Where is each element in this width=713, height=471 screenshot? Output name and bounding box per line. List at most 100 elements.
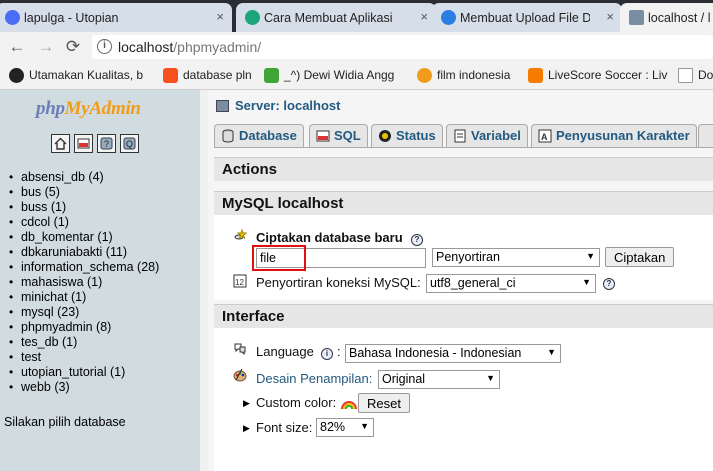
browser-tab-membuat-upload[interactable]: Membuat Upload File De × bbox=[432, 3, 622, 32]
sql-icon[interactable] bbox=[74, 134, 93, 153]
database-link[interactable]: test bbox=[21, 350, 41, 364]
frog-icon bbox=[264, 68, 279, 83]
tab-status[interactable]: Status bbox=[371, 124, 443, 147]
connection-collation-select[interactable]: utf8_general_ci ▼ bbox=[426, 274, 596, 293]
tab-penyusunan-karakter[interactable]: A Penyusunan Karakter bbox=[531, 124, 697, 147]
create-database-button[interactable]: Ciptakan bbox=[605, 247, 675, 267]
list-item[interactable]: dbkaruniabakti (11) bbox=[9, 245, 159, 260]
list-item[interactable]: mahasiswa (1) bbox=[9, 275, 159, 290]
connection-collation-label: Penyortiran koneksi MySQL: bbox=[256, 275, 421, 290]
database-link[interactable]: mahasiswa (1) bbox=[21, 275, 102, 289]
help-icon[interactable]: ? bbox=[603, 278, 615, 290]
reset-color-button[interactable]: Reset bbox=[358, 393, 410, 413]
docs-icon[interactable]: ? bbox=[97, 134, 116, 153]
theme-label[interactable]: Desain Penampilan: bbox=[256, 371, 372, 386]
actions-heading: Actions bbox=[214, 157, 713, 181]
database-link[interactable]: db_komentar (1) bbox=[21, 230, 113, 244]
pick-database-hint: Silakan pilih database bbox=[4, 415, 126, 429]
list-item[interactable]: minichat (1) bbox=[9, 290, 159, 305]
new-database-name-input[interactable] bbox=[256, 248, 426, 268]
home-icon[interactable] bbox=[51, 134, 70, 153]
tab-sql[interactable]: SQL bbox=[309, 124, 368, 147]
language-select[interactable]: Bahasa Indonesia - Indonesian ▼ bbox=[345, 344, 561, 363]
utopian-favicon-icon bbox=[5, 10, 20, 25]
list-item[interactable]: utopian_tutorial (1) bbox=[9, 365, 159, 380]
server-label: Server: localhost bbox=[235, 98, 341, 113]
blogger-icon bbox=[163, 68, 178, 83]
bookmark-utamakan[interactable]: Utamakan Kualitas, b bbox=[9, 68, 143, 83]
url-box[interactable]: i localhost/phpmyadmin/ bbox=[92, 35, 713, 59]
list-item[interactable]: tes_db (1) bbox=[9, 335, 159, 350]
phpmyadmin-logo[interactable]: phpMyAdmin bbox=[36, 98, 141, 120]
info-icon[interactable]: i bbox=[321, 348, 333, 360]
browser-tab-cara-membuat[interactable]: Cara Membuat Aplikasi W × bbox=[236, 3, 436, 32]
database-link[interactable]: dbkaruniabakti (11) bbox=[21, 245, 127, 259]
bookmark-film-indonesia[interactable]: film indonesia bbox=[417, 68, 510, 83]
triangle-right-icon: ▶ bbox=[243, 423, 250, 433]
site-favicon-icon bbox=[245, 10, 260, 25]
list-item[interactable]: test bbox=[9, 350, 159, 365]
list-item[interactable]: phpmyadmin (8) bbox=[9, 320, 159, 335]
database-link[interactable]: cdcol (1) bbox=[21, 215, 69, 229]
steemit-icon bbox=[9, 68, 24, 83]
close-tab-icon[interactable]: × bbox=[216, 9, 224, 24]
reload-icon[interactable]: ⟳ bbox=[63, 37, 83, 57]
site-info-icon[interactable]: i bbox=[97, 39, 112, 54]
left-navigation-frame: phpMyAdmin ? Q absensi_db (4) bus (5) bu… bbox=[0, 90, 200, 471]
server-breadcrumb[interactable]: Server: localhost bbox=[216, 98, 341, 113]
list-item[interactable]: db_komentar (1) bbox=[9, 230, 159, 245]
browser-tab-localhost[interactable]: localhost / l bbox=[620, 3, 713, 32]
tab-overflow[interactable] bbox=[698, 124, 713, 147]
list-item[interactable]: cdcol (1) bbox=[9, 215, 159, 230]
forward-arrow-icon[interactable]: → bbox=[36, 37, 56, 57]
database-link[interactable]: phpmyadmin (8) bbox=[21, 320, 111, 334]
tab-label: Database bbox=[239, 128, 297, 143]
triangle-right-icon: ▶ bbox=[243, 398, 250, 408]
list-item[interactable]: absensi_db (4) bbox=[9, 170, 159, 185]
list-item[interactable]: mysql (23) bbox=[9, 305, 159, 320]
database-link[interactable]: webb (3) bbox=[21, 380, 70, 394]
database-link[interactable]: absensi_db (4) bbox=[21, 170, 104, 184]
chevron-down-icon: ▼ bbox=[582, 277, 591, 287]
close-tab-icon[interactable]: × bbox=[420, 9, 428, 24]
database-link[interactable]: bus (5) bbox=[21, 185, 60, 199]
browser-tab-lapulga[interactable]: lapulga - Utopian × bbox=[0, 3, 232, 32]
font-size-select[interactable]: 82% ▼ bbox=[316, 418, 374, 437]
bookmark-database-pln[interactable]: database pln bbox=[163, 68, 252, 83]
chevron-down-icon: ▼ bbox=[586, 251, 595, 261]
phpmyadmin-favicon-icon bbox=[629, 10, 644, 25]
tab-label: Status bbox=[396, 128, 436, 143]
mysql-localhost-heading: MySQL localhost bbox=[214, 191, 713, 215]
bookmark-livescore[interactable]: LiveScore Soccer : Liv bbox=[528, 68, 667, 83]
close-tab-icon[interactable]: × bbox=[606, 9, 614, 24]
list-item[interactable]: information_schema (28) bbox=[9, 260, 159, 275]
site-favicon-icon bbox=[441, 10, 456, 25]
database-link[interactable]: tes_db (1) bbox=[21, 335, 77, 349]
bookmark-do[interactable]: Do bbox=[678, 68, 713, 83]
collation-select[interactable]: Penyortiran ▼ bbox=[432, 248, 600, 267]
theme-select[interactable]: Original ▼ bbox=[378, 370, 500, 389]
database-list: absensi_db (4) bus (5) buss (1) cdcol (1… bbox=[9, 170, 159, 395]
browser-tab-title: localhost / l bbox=[648, 10, 711, 25]
chevron-down-icon: ▼ bbox=[547, 347, 556, 357]
frame-divider[interactable] bbox=[200, 90, 208, 471]
color-picker-icon[interactable] bbox=[340, 395, 358, 411]
database-link[interactable]: minichat (1) bbox=[21, 290, 86, 304]
query-window-icon[interactable]: Q bbox=[120, 134, 139, 153]
back-arrow-icon[interactable]: ← bbox=[7, 37, 27, 57]
list-item[interactable]: bus (5) bbox=[9, 185, 159, 200]
database-icon bbox=[222, 129, 234, 143]
theme-palette-icon bbox=[233, 368, 247, 382]
database-link[interactable]: utopian_tutorial (1) bbox=[21, 365, 125, 379]
database-link[interactable]: mysql (23) bbox=[21, 305, 79, 319]
help-icon[interactable]: ? bbox=[411, 234, 423, 246]
tab-variabel[interactable]: Variabel bbox=[446, 124, 528, 147]
create-database-label: Ciptakan database baru bbox=[256, 230, 403, 245]
font-size-select-value: 82% bbox=[320, 420, 346, 434]
database-link[interactable]: buss (1) bbox=[21, 200, 66, 214]
database-link[interactable]: information_schema (28) bbox=[21, 260, 159, 274]
list-item[interactable]: webb (3) bbox=[9, 380, 159, 395]
list-item[interactable]: buss (1) bbox=[9, 200, 159, 215]
tab-database[interactable]: Database bbox=[214, 124, 304, 147]
bookmark-dewi-widia[interactable]: _^) Dewi Widia Angg bbox=[264, 68, 394, 83]
